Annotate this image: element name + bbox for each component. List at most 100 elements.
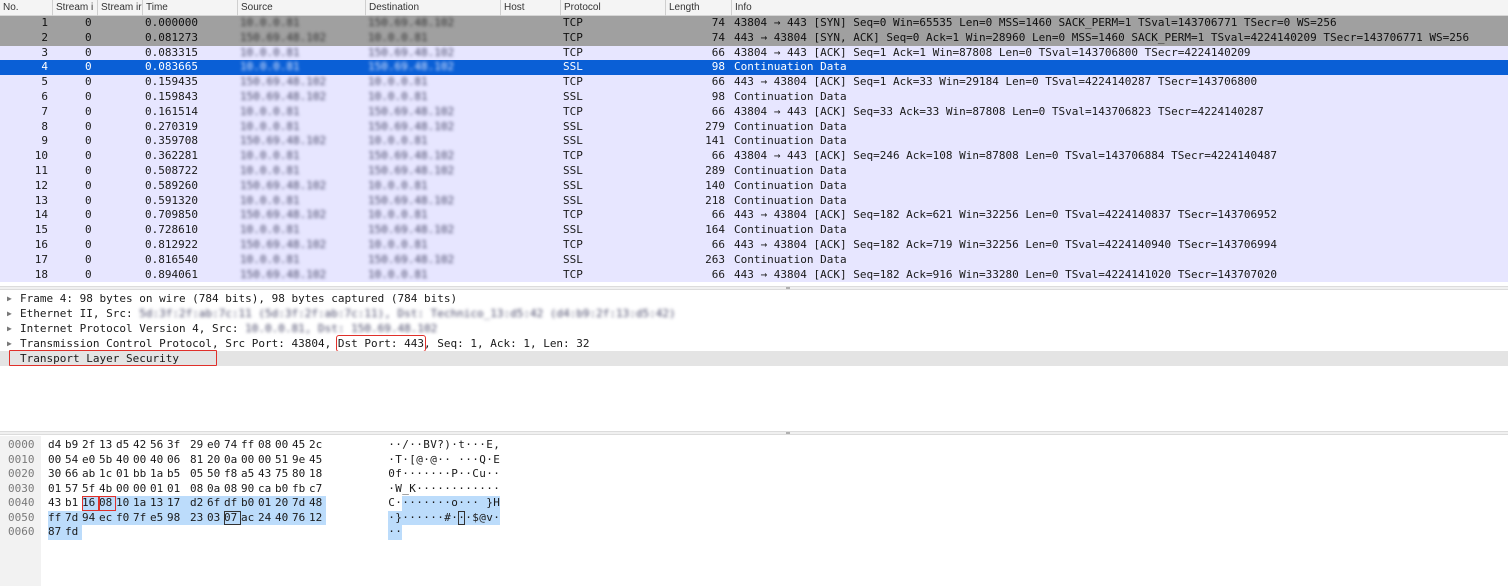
- ascii-char[interactable]: ·: [409, 467, 416, 482]
- hex-byte[interactable]: 90: [241, 482, 258, 497]
- ascii-char[interactable]: ·: [395, 496, 402, 511]
- hex-byte[interactable]: 12: [309, 510, 326, 525]
- ascii-char[interactable]: /: [402, 438, 409, 453]
- packet-row[interactable]: 12 0 0.589260 150.69.48.102 10.0.0.81 SSL 140 C…: [0, 178, 1508, 194]
- ascii-char[interactable]: C: [472, 467, 479, 482]
- column-header-stream-index-2[interactable]: Stream ir: [97, 0, 142, 16]
- hex-byte[interactable]: c7: [309, 482, 326, 497]
- ascii-char[interactable]: ·: [458, 467, 465, 482]
- hex-byte[interactable]: 40: [116, 453, 133, 468]
- ascii-char[interactable]: ·: [388, 482, 395, 497]
- ascii-char[interactable]: E: [486, 438, 493, 453]
- hex-byte[interactable]: 08: [190, 482, 207, 497]
- ascii-char[interactable]: ·: [451, 510, 458, 525]
- ascii-char[interactable]: ·: [423, 510, 430, 525]
- ascii-char[interactable]: ·: [472, 482, 479, 497]
- column-header-destination[interactable]: Destination: [365, 0, 500, 16]
- packet-row[interactable]: 9 0 0.359708 150.69.48.102 10.0.0.81 SSL 141 Co…: [0, 134, 1508, 150]
- packet-row[interactable]: 7 0 0.161514 10.0.0.81 150.69.48.102 TCP 66 438…: [0, 104, 1508, 120]
- column-header-protocol[interactable]: Protocol: [560, 0, 665, 16]
- ascii-char[interactable]: $: [472, 510, 479, 525]
- ascii-char[interactable]: @: [479, 510, 486, 525]
- ascii-char[interactable]: ·: [437, 482, 444, 497]
- hex-byte[interactable]: 9e: [292, 453, 309, 468]
- packet-row[interactable]: 17 0 0.816540 10.0.0.81 150.69.48.102 SSL 263 C…: [0, 252, 1508, 268]
- ascii-char[interactable]: ·: [458, 496, 465, 511]
- hex-byte[interactable]: 40: [275, 510, 292, 525]
- hex-byte[interactable]: 08: [258, 438, 275, 453]
- hex-byte[interactable]: 00: [133, 453, 150, 468]
- ascii-char[interactable]: ·: [388, 438, 395, 453]
- ascii-char[interactable]: v: [486, 510, 493, 525]
- hex-byte[interactable]: b0: [241, 496, 258, 511]
- hex-byte[interactable]: d4: [48, 438, 65, 453]
- hex-byte[interactable]: 00: [275, 438, 292, 453]
- hex-byte[interactable]: 7f: [133, 510, 150, 525]
- hex-byte[interactable]: b9: [65, 438, 82, 453]
- ascii-char[interactable]: ·: [465, 482, 472, 497]
- ascii-char[interactable]: C: [388, 496, 395, 511]
- ascii-char[interactable]: [479, 496, 486, 511]
- hex-byte[interactable]: 7d: [292, 496, 309, 511]
- ascii-char[interactable]: @: [416, 453, 423, 468]
- hex-byte[interactable]: 20: [275, 496, 292, 511]
- hex-byte[interactable]: 74: [224, 438, 241, 453]
- ascii-char[interactable]: W: [395, 482, 402, 497]
- hex-byte[interactable]: 29: [190, 438, 207, 453]
- ascii-char[interactable]: }: [395, 510, 402, 525]
- hex-byte[interactable]: f0: [116, 510, 133, 525]
- hex-byte[interactable]: 7d: [65, 510, 82, 525]
- ascii-char[interactable]: t: [458, 438, 465, 453]
- hex-byte[interactable]: 5f: [82, 482, 99, 497]
- ascii-char[interactable]: ·: [402, 496, 409, 511]
- column-header-host[interactable]: Host: [500, 0, 560, 16]
- hex-byte[interactable]: 13: [99, 438, 116, 453]
- hex-byte[interactable]: 13: [150, 496, 167, 511]
- hex-byte[interactable]: 80: [292, 467, 309, 482]
- hex-byte[interactable]: 18: [309, 467, 326, 482]
- ascii-char[interactable]: ·: [465, 438, 472, 453]
- ascii-char[interactable]: H: [493, 496, 500, 511]
- hex-byte[interactable]: 08: [99, 496, 116, 511]
- ascii-char[interactable]: ·: [402, 453, 409, 468]
- hex-byte[interactable]: b5: [167, 467, 190, 482]
- hex-byte[interactable]: 24: [258, 510, 275, 525]
- hex-byte[interactable]: 5b: [99, 453, 116, 468]
- packet-row[interactable]: 14 0 0.709850 150.69.48.102 10.0.0.81 TCP 66 44…: [0, 208, 1508, 224]
- packet-row[interactable]: 16 0 0.812922 150.69.48.102 10.0.0.81 TCP 66 44…: [0, 237, 1508, 253]
- packet-row[interactable]: 15 0 0.728610 10.0.0.81 150.69.48.102 SSL 164 C…: [0, 223, 1508, 238]
- list-details-splitter[interactable]: [0, 286, 1508, 290]
- packet-row[interactable]: 13 0 0.591320 10.0.0.81 150.69.48.102 SSL 218 C…: [0, 193, 1508, 209]
- ascii-char[interactable]: ·: [458, 453, 465, 468]
- hex-byte[interactable]: e0: [207, 438, 224, 453]
- ascii-char[interactable]: ·: [409, 510, 416, 525]
- hex-byte[interactable]: 06: [167, 453, 190, 468]
- hex-byte[interactable]: fb: [292, 482, 309, 497]
- hex-byte[interactable]: 17: [167, 496, 190, 511]
- ascii-char[interactable]: Q: [479, 453, 486, 468]
- ascii-char[interactable]: ·: [465, 467, 472, 482]
- hex-byte[interactable]: 6f: [207, 496, 224, 511]
- ascii-char[interactable]: ·: [444, 453, 451, 468]
- ascii-char[interactable]: ·: [486, 467, 493, 482]
- hex-byte[interactable]: df: [224, 496, 241, 511]
- hex-byte[interactable]: 0a: [207, 482, 224, 497]
- ascii-char[interactable]: ,: [493, 438, 500, 453]
- ascii-char[interactable]: ·: [472, 438, 479, 453]
- detail-tls[interactable]: Transport Layer Security: [0, 351, 1508, 366]
- details-hex-splitter[interactable]: [0, 431, 1508, 435]
- ascii-char[interactable]: ·: [437, 510, 444, 525]
- hex-byte[interactable]: 54: [65, 453, 82, 468]
- packet-list[interactable]: No. Stream i Stream ir Time Source Desti…: [0, 0, 1508, 287]
- hex-byte[interactable]: ec: [99, 510, 116, 525]
- ascii-char[interactable]: ·: [430, 510, 437, 525]
- hex-byte[interactable]: 00: [116, 482, 133, 497]
- ascii-char[interactable]: ·: [423, 453, 430, 468]
- ascii-char[interactable]: ·: [416, 510, 423, 525]
- hex-byte[interactable]: 03: [207, 510, 224, 525]
- hex-byte[interactable]: 16: [82, 496, 99, 511]
- hex-byte[interactable]: 87: [48, 525, 65, 540]
- ascii-char[interactable]: ·: [465, 496, 472, 511]
- packet-row[interactable]: 2 0 0.081273 150.69.48.102 10.0.0.81 TCP 74 443…: [0, 30, 1508, 46]
- hex-byte[interactable]: 81: [190, 453, 207, 468]
